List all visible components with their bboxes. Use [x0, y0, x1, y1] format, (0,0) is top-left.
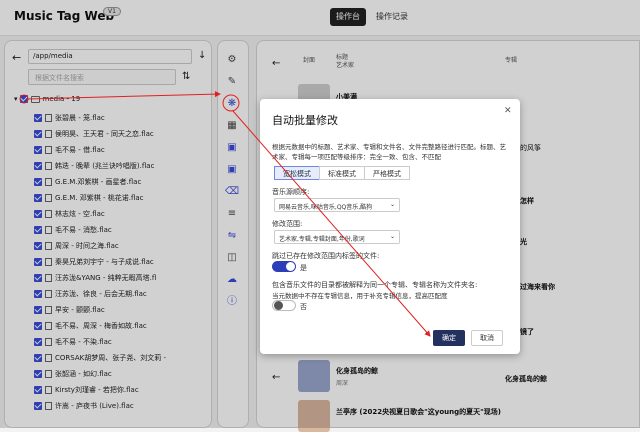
annotation-circle: [222, 94, 240, 112]
annotation-circle: [19, 94, 29, 104]
annotation-arrow: [27, 91, 221, 100]
annotation-arrow: [232, 110, 431, 337]
annotation-arrows: [19, 91, 431, 337]
